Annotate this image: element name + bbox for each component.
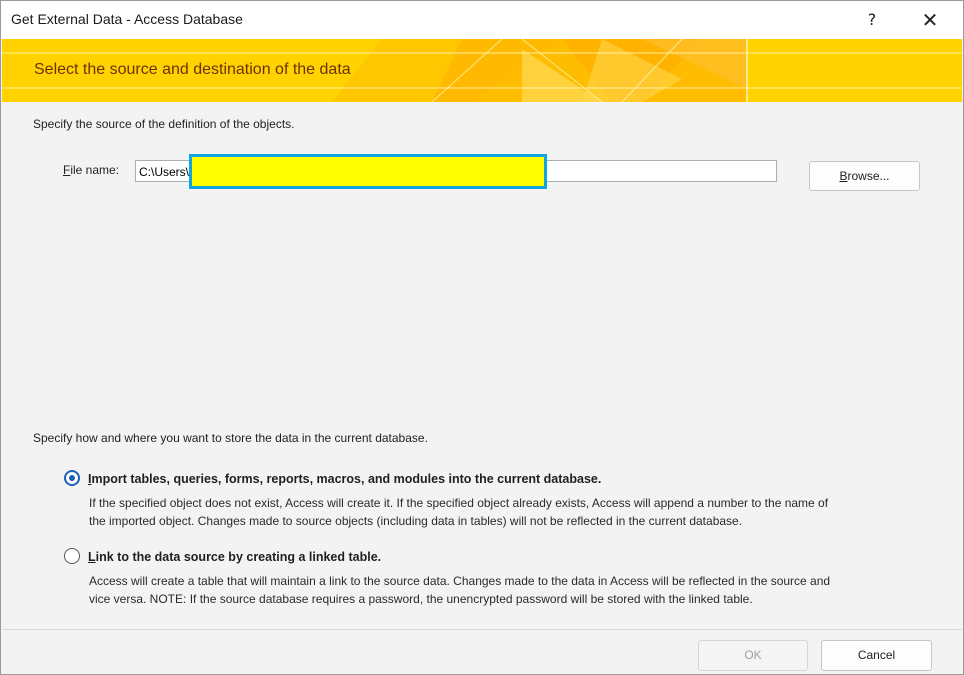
link-option-label[interactable]: Link to the data source by creating a li… bbox=[88, 550, 381, 564]
import-radio[interactable] bbox=[64, 470, 80, 486]
banner-title: Select the source and destination of the… bbox=[34, 61, 351, 78]
header-banner: Select the source and destination of the… bbox=[2, 39, 962, 102]
source-instruction: Specify the source of the definition of … bbox=[33, 117, 295, 131]
get-external-data-dialog: Get External Data - Access Database ? ✕ … bbox=[0, 0, 964, 675]
cancel-button[interactable]: Cancel bbox=[821, 640, 932, 671]
help-button[interactable]: ? bbox=[859, 7, 885, 33]
footer-divider bbox=[2, 629, 962, 630]
title-bar: Get External Data - Access Database ? ✕ bbox=[1, 1, 963, 39]
redaction-box bbox=[189, 154, 547, 189]
storage-instruction: Specify how and where you want to store … bbox=[33, 431, 428, 445]
link-option-description: Access will create a table that will mai… bbox=[89, 574, 831, 606]
import-option-description: If the specified object does not exist, … bbox=[89, 496, 829, 528]
browse-button[interactable]: Browse... bbox=[809, 161, 920, 191]
close-button[interactable]: ✕ bbox=[915, 7, 945, 33]
ok-button[interactable]: OK bbox=[698, 640, 808, 671]
window-title: Get External Data - Access Database bbox=[11, 11, 243, 27]
import-option-label[interactable]: Import tables, queries, forms, reports, … bbox=[88, 472, 601, 486]
file-name-label: File name: bbox=[63, 163, 120, 177]
link-radio[interactable] bbox=[64, 548, 80, 564]
